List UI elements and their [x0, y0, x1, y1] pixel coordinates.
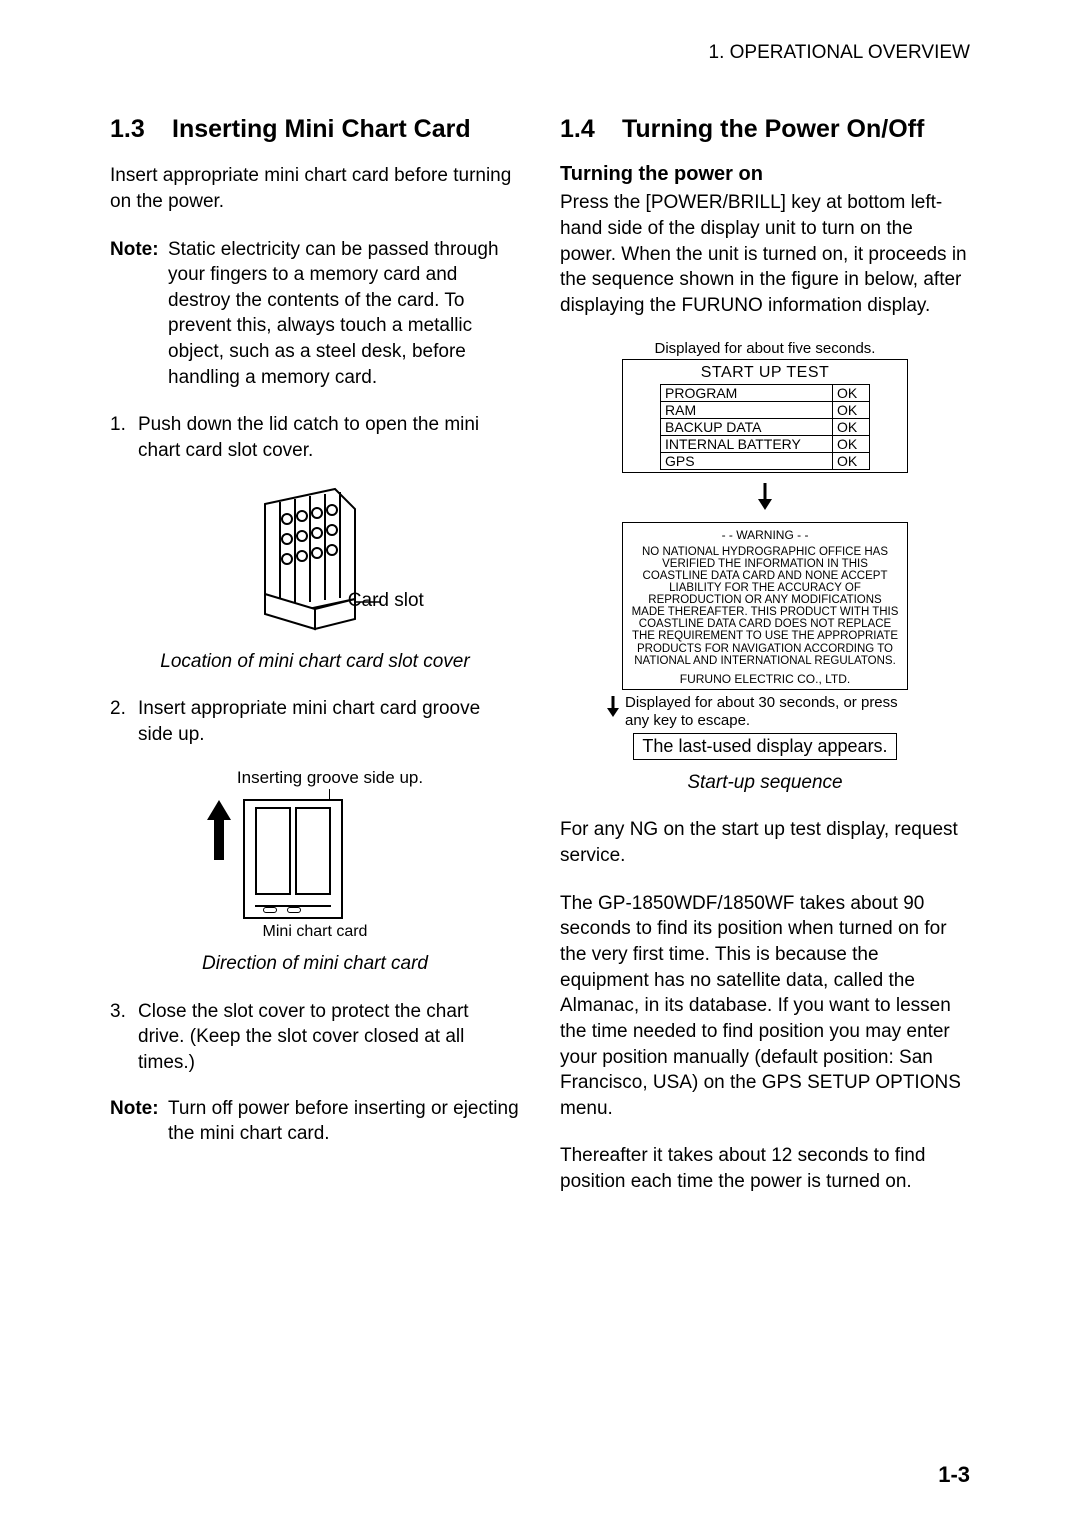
step-3: 3. Close the slot cover to protect the c… [110, 999, 520, 1076]
para-thereafter: Thereafter it takes about 12 seconds to … [560, 1143, 970, 1194]
note-label: Note: [110, 1096, 168, 1147]
step-number: 2. [110, 696, 138, 747]
figure-1-caption: Location of mini chart card slot cover [110, 649, 520, 675]
seq-note-text: Displayed for about 30 seconds, or press… [625, 694, 925, 729]
step-1: 1. Push down the lid catch to open the m… [110, 412, 520, 463]
figure-card-slot: Card slot [110, 484, 520, 639]
table-row: BACKUP DATAOK [660, 419, 870, 436]
left-column: 1.3 Inserting Mini Chart Card Insert app… [110, 114, 520, 1217]
row-key: BACKUP DATA [661, 419, 833, 435]
note-text: Static electricity can be passed through… [168, 237, 520, 391]
content-columns: 1.3 Inserting Mini Chart Card Insert app… [110, 114, 970, 1217]
section-1-4-heading: 1.4 Turning the Power On/Off [560, 114, 970, 145]
seq-note: Displayed for about 30 seconds, or press… [605, 694, 925, 729]
groove-label: Inserting groove side up. [237, 768, 423, 788]
mini-chart-card-label: Mini chart card [110, 923, 520, 941]
warning-title: - - WARNING - - [631, 529, 899, 542]
procedure-list-2: 2. Insert appropriate mini chart card gr… [110, 696, 520, 747]
arrow-down-icon [755, 483, 775, 511]
step-number: 3. [110, 999, 138, 1076]
row-key: RAM [661, 402, 833, 418]
row-key: GPS [661, 453, 833, 469]
warning-box: - - WARNING - - NO NATIONAL HYDROGRAPHIC… [622, 522, 908, 690]
note-1: Note: Static electricity can be passed t… [110, 237, 520, 391]
procedure-list-3: 3. Close the slot cover to protect the c… [110, 999, 520, 1076]
para-power-on: Press the [POWER/BRILL] key at bottom le… [560, 190, 970, 318]
table-row: PROGRAMOK [660, 384, 870, 402]
figure-chart-card: Inserting groove side up. Mini chart car… [110, 768, 520, 942]
startup-table: PROGRAMOK RAMOK BACKUP DATAOK INTERNAL B… [660, 384, 870, 470]
section-1-3-heading: 1.3 Inserting Mini Chart Card [110, 114, 520, 145]
page-number: 1-3 [938, 1462, 970, 1488]
arrow-down-icon [605, 696, 621, 722]
step-number: 1. [110, 412, 138, 463]
para-gp1850: The GP-1850WDF/1850WF takes about 90 sec… [560, 891, 970, 1122]
procedure-list: 1. Push down the lid catch to open the m… [110, 412, 520, 463]
heading-number: 1.3 [110, 114, 172, 145]
step-2: 2. Insert appropriate mini chart card gr… [110, 696, 520, 747]
row-val: OK [833, 402, 869, 418]
intro-paragraph: Insert appropriate mini chart card befor… [110, 163, 520, 214]
warning-body: NO NATIONAL HYDROGRAPHIC OFFICE HAS VERI… [631, 546, 899, 667]
heading-number: 1.4 [560, 114, 622, 145]
startup-test-box: START UP TEST PROGRAMOK RAMOK BACKUP DAT… [622, 359, 908, 473]
note-2: Note: Turn off power before inserting or… [110, 1096, 520, 1147]
step-text: Insert appropriate mini chart card groov… [138, 696, 520, 747]
row-val: OK [833, 453, 869, 469]
startup-sequence-caption: Start-up sequence [560, 770, 970, 796]
warning-company: FURUNO ELECTRIC CO., LTD. [631, 673, 899, 686]
arrow-up-icon [207, 800, 231, 820]
down-arrow-1 [560, 483, 970, 516]
note-text: Turn off power before inserting or eject… [168, 1096, 520, 1147]
note-label: Note: [110, 237, 168, 391]
step-text: Push down the lid catch to open the mini… [138, 412, 520, 463]
heading-text: Turning the Power On/Off [622, 114, 924, 145]
row-val: OK [833, 385, 869, 401]
table-row: GPSOK [660, 453, 870, 470]
card-slot-label: Card slot [348, 590, 424, 612]
last-display-box: The last-used display appears. [633, 733, 896, 760]
right-column: 1.4 Turning the Power On/Off Turning the… [560, 114, 970, 1217]
chart-card-icon [243, 799, 343, 919]
step-text: Close the slot cover to protect the char… [138, 999, 520, 1076]
seq-top-caption: Displayed for about five seconds. [560, 340, 970, 357]
arrow-stem [214, 820, 224, 860]
chapter-header: 1. OPERATIONAL OVERVIEW [110, 42, 970, 64]
figure-2-caption: Direction of mini chart card [110, 951, 520, 977]
tick-line [329, 789, 330, 799]
subheading-power-on: Turning the power on [560, 163, 970, 186]
row-val: OK [833, 419, 869, 435]
row-key: INTERNAL BATTERY [661, 436, 833, 452]
startup-title: START UP TEST [623, 364, 907, 382]
table-row: RAMOK [660, 402, 870, 419]
table-row: INTERNAL BATTERYOK [660, 436, 870, 453]
row-val: OK [833, 436, 869, 452]
row-key: PROGRAM [661, 385, 833, 401]
para-ng: For any NG on the start up test display,… [560, 817, 970, 868]
heading-text: Inserting Mini Chart Card [172, 114, 471, 145]
